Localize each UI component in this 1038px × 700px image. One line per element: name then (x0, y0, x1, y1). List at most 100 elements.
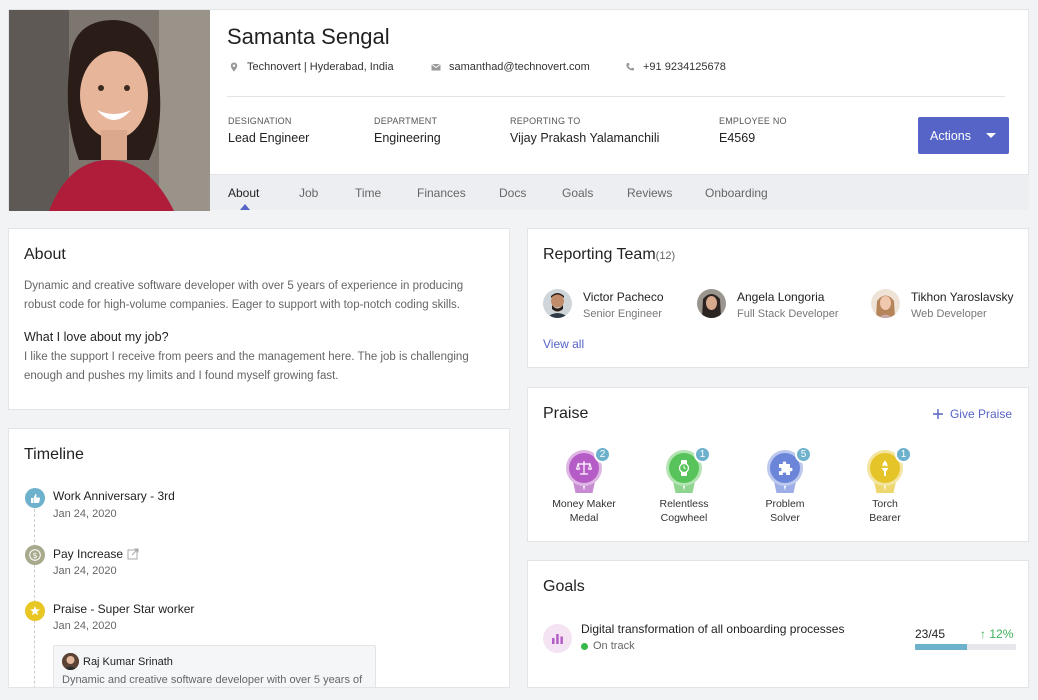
medal: 1 (665, 446, 711, 494)
phone-icon (626, 63, 634, 71)
actions-button[interactable]: Actions (918, 117, 1009, 154)
timeline-item-title-text: Work Anniversary - 3rd (53, 489, 175, 503)
goal-progress-bar (915, 644, 1016, 650)
reporting-to-field: REPORTING TO Vijay Prakash Yalamanchili (510, 116, 659, 145)
tab-reviews[interactable]: Reviews (627, 186, 672, 200)
employee-no-value: E4569 (719, 131, 756, 145)
reporting-to-label: REPORTING TO (510, 116, 581, 126)
badge-label: Relentless Cogwheel (644, 497, 724, 525)
status-dot (581, 642, 588, 650)
designation-field: DESIGNATION Lead Engineer (228, 116, 309, 145)
praise-comment: Raj Kumar Srinath Dynamic and creative s… (53, 645, 376, 687)
timeline-item-title: Pay Increase (53, 547, 139, 561)
department-value: Engineering (374, 131, 441, 145)
badge-label: Problem Solver (745, 497, 825, 525)
star-medal-icon (25, 601, 45, 621)
view-all-link[interactable]: View all (543, 337, 584, 351)
badge-label: Money Maker Medal (544, 497, 624, 525)
praise-badge[interactable]: 2 Money Maker Medal (544, 446, 624, 525)
badge-label-line: Money Maker (552, 498, 616, 510)
praise-title: Praise (543, 405, 589, 422)
goal-delta: ↑ 12% (980, 627, 1013, 641)
member-role: Web Developer (911, 308, 987, 320)
actions-button-label: Actions (930, 128, 971, 143)
timeline-item-title: Work Anniversary - 3rd (53, 489, 175, 503)
header-divider (227, 96, 1005, 97)
designation-label: DESIGNATION (228, 116, 292, 126)
avatar (697, 289, 726, 318)
tab-onboarding[interactable]: Onboarding (705, 186, 768, 200)
timeline-item-date: Jan 24, 2020 (53, 565, 117, 577)
tab-goals[interactable]: Goals (562, 186, 593, 200)
goals-card: Goals Digital transformation of all onbo… (527, 560, 1029, 688)
badge-label: Torch Bearer (845, 497, 925, 525)
give-praise-label: Give Praise (949, 407, 1012, 421)
svg-text:$: $ (32, 551, 37, 560)
timeline-item-title-text: Pay Increase (53, 547, 124, 561)
about-title: About (24, 246, 66, 263)
designation-value: Lead Engineer (228, 131, 310, 145)
love-heading: What I love about my job? (24, 330, 169, 344)
badge-count: 5 (795, 446, 812, 463)
reporting-team-card: Reporting Team(12) Victor Pacheco Senior… (527, 228, 1029, 368)
badge-count: 1 (694, 446, 711, 463)
comment-text: Dynamic and creative software developer … (62, 674, 363, 686)
about-card: About Dynamic and creative software deve… (8, 228, 510, 410)
praise-badge[interactable]: 1 Torch Bearer (845, 446, 925, 525)
phone-info: +91 9234125678 (625, 61, 726, 73)
chevron-down-icon (986, 133, 996, 138)
active-tab-indicator (240, 204, 250, 210)
goal-delta-value: 12% (989, 627, 1014, 641)
tab-time[interactable]: Time (355, 186, 381, 200)
email-link[interactable]: samanthad@technovert.com (449, 61, 590, 73)
medal: 1 (866, 446, 912, 494)
timeline-connector (34, 509, 35, 687)
timeline-item-title-text: Praise - Super Star worker (53, 602, 195, 616)
goals-title: Goals (543, 578, 585, 595)
timeline-title: Timeline (24, 446, 84, 463)
goal-status: On track (581, 640, 635, 652)
timeline-item-title: Praise - Super Star worker (53, 602, 194, 616)
team-count: (12) (655, 250, 676, 262)
praise-badge[interactable]: 1 Relentless Cogwheel (644, 446, 724, 525)
employee-no-field: EMPLOYEE NO E4569 (719, 116, 787, 145)
goal-status-text: On track (593, 640, 635, 652)
timeline-item-date: Jan 24, 2020 (53, 620, 117, 632)
goal-title[interactable]: Digital transformation of all onboarding… (581, 622, 844, 636)
team-title: Reporting Team(12) (543, 246, 675, 264)
location-pin-icon (230, 62, 238, 72)
reporting-to-value[interactable]: Vijay Prakash Yalamanchili (510, 131, 659, 145)
badge-label-line: Medal (569, 512, 599, 524)
mail-icon (431, 63, 441, 71)
badge-label-line: Relentless (659, 498, 709, 510)
badge-label-line: Torch (872, 498, 898, 510)
badge-label-line: Bearer (869, 512, 901, 524)
bar-chart-icon (543, 624, 572, 653)
department-field: DEPARTMENT Engineering (374, 116, 441, 145)
medal: 2 (565, 446, 611, 494)
tab-finances[interactable]: Finances (417, 186, 466, 200)
profile-header: Samanta Sengal Technovert | Hyderabad, I… (8, 9, 1029, 211)
give-praise-button[interactable]: Give Praise (932, 407, 1012, 421)
tab-about[interactable]: About (228, 186, 259, 200)
member-role: Full Stack Developer (737, 308, 839, 320)
tab-docs[interactable]: Docs (499, 186, 526, 200)
email-info: samanthad@technovert.com (431, 61, 590, 73)
comment-author: Raj Kumar Srinath (83, 656, 173, 668)
thumbs-up-icon (25, 488, 45, 508)
arrow-up-icon: ↑ (980, 627, 986, 641)
profile-tabs: About Job Time Finances Docs Goals Revie… (210, 174, 1029, 210)
member-name: Angela Longoria (737, 290, 825, 304)
praise-badge[interactable]: 5 Problem Solver (745, 446, 825, 525)
tab-job[interactable]: Job (299, 186, 318, 200)
member-name: Tikhon Yaroslavsky (911, 290, 1014, 304)
team-title-text: Reporting Team (543, 246, 656, 263)
goal-progress-fill (915, 644, 967, 650)
timeline-card: Timeline Work Anniversary - 3rd Jan 24, … (8, 428, 510, 688)
external-link-icon[interactable] (127, 548, 139, 560)
badge-label-line: Problem (765, 498, 805, 510)
location-info: Technovert | Hyderabad, India (229, 61, 394, 73)
praise-card: Praise Give Praise 2 Money Maker Medal 1 … (527, 387, 1029, 542)
about-bio: Dynamic and creative software developer … (24, 280, 464, 311)
employee-no-label: EMPLOYEE NO (719, 116, 787, 126)
